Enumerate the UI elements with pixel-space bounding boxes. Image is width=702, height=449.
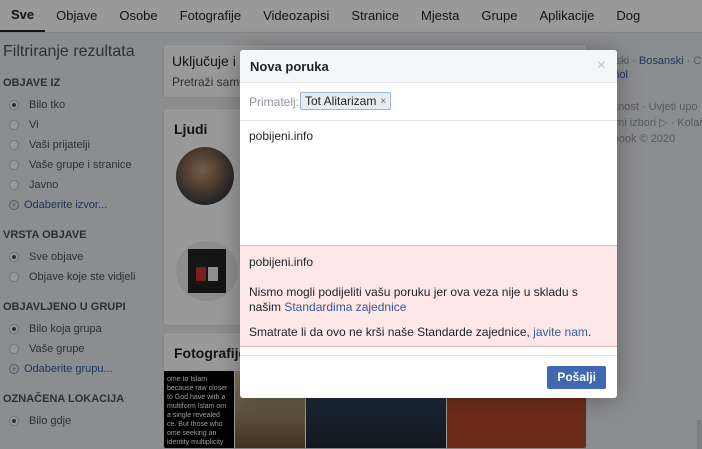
send-button[interactable]: Pošalji: [547, 366, 606, 389]
dialog-header: Nova poruka ×: [240, 50, 617, 83]
recipient-token[interactable]: Tot Alitarizam ×: [300, 92, 392, 110]
dialog-footer: Pošalji: [240, 355, 617, 398]
message-text[interactable]: pobijeni.info: [249, 129, 313, 143]
recipient-row[interactable]: Primatelj: Tot Alitarizam ×: [240, 83, 617, 121]
warning-url: pobijeni.info: [249, 255, 314, 269]
warning-question-text: Smatrate li da ovo ne krši naše Standard…: [249, 325, 534, 339]
report-link[interactable]: javite nam: [533, 325, 588, 339]
recipient-name: Tot Alitarizam: [305, 94, 377, 108]
message-body[interactable]: pobijeni.info: [240, 121, 617, 245]
dialog-title: Nova poruka: [250, 59, 329, 74]
community-standards-link[interactable]: Standardima zajednice: [284, 300, 406, 314]
link-blocked-warning: pobijeni.info Nismo mogli podijeliti vaš…: [240, 245, 617, 347]
close-icon[interactable]: ×: [597, 57, 606, 75]
remove-recipient-icon[interactable]: ×: [380, 96, 386, 107]
warning-question-end: .: [587, 325, 592, 339]
warning-question: Smatrate li da ovo ne krši naše Standard…: [249, 325, 608, 340]
recipient-label: Primatelj:: [249, 95, 300, 109]
warning-text: Nismo mogli podijeliti vašu poruku jer o…: [249, 285, 608, 315]
new-message-dialog: Nova poruka × Primatelj: Tot Alitarizam …: [240, 50, 617, 398]
